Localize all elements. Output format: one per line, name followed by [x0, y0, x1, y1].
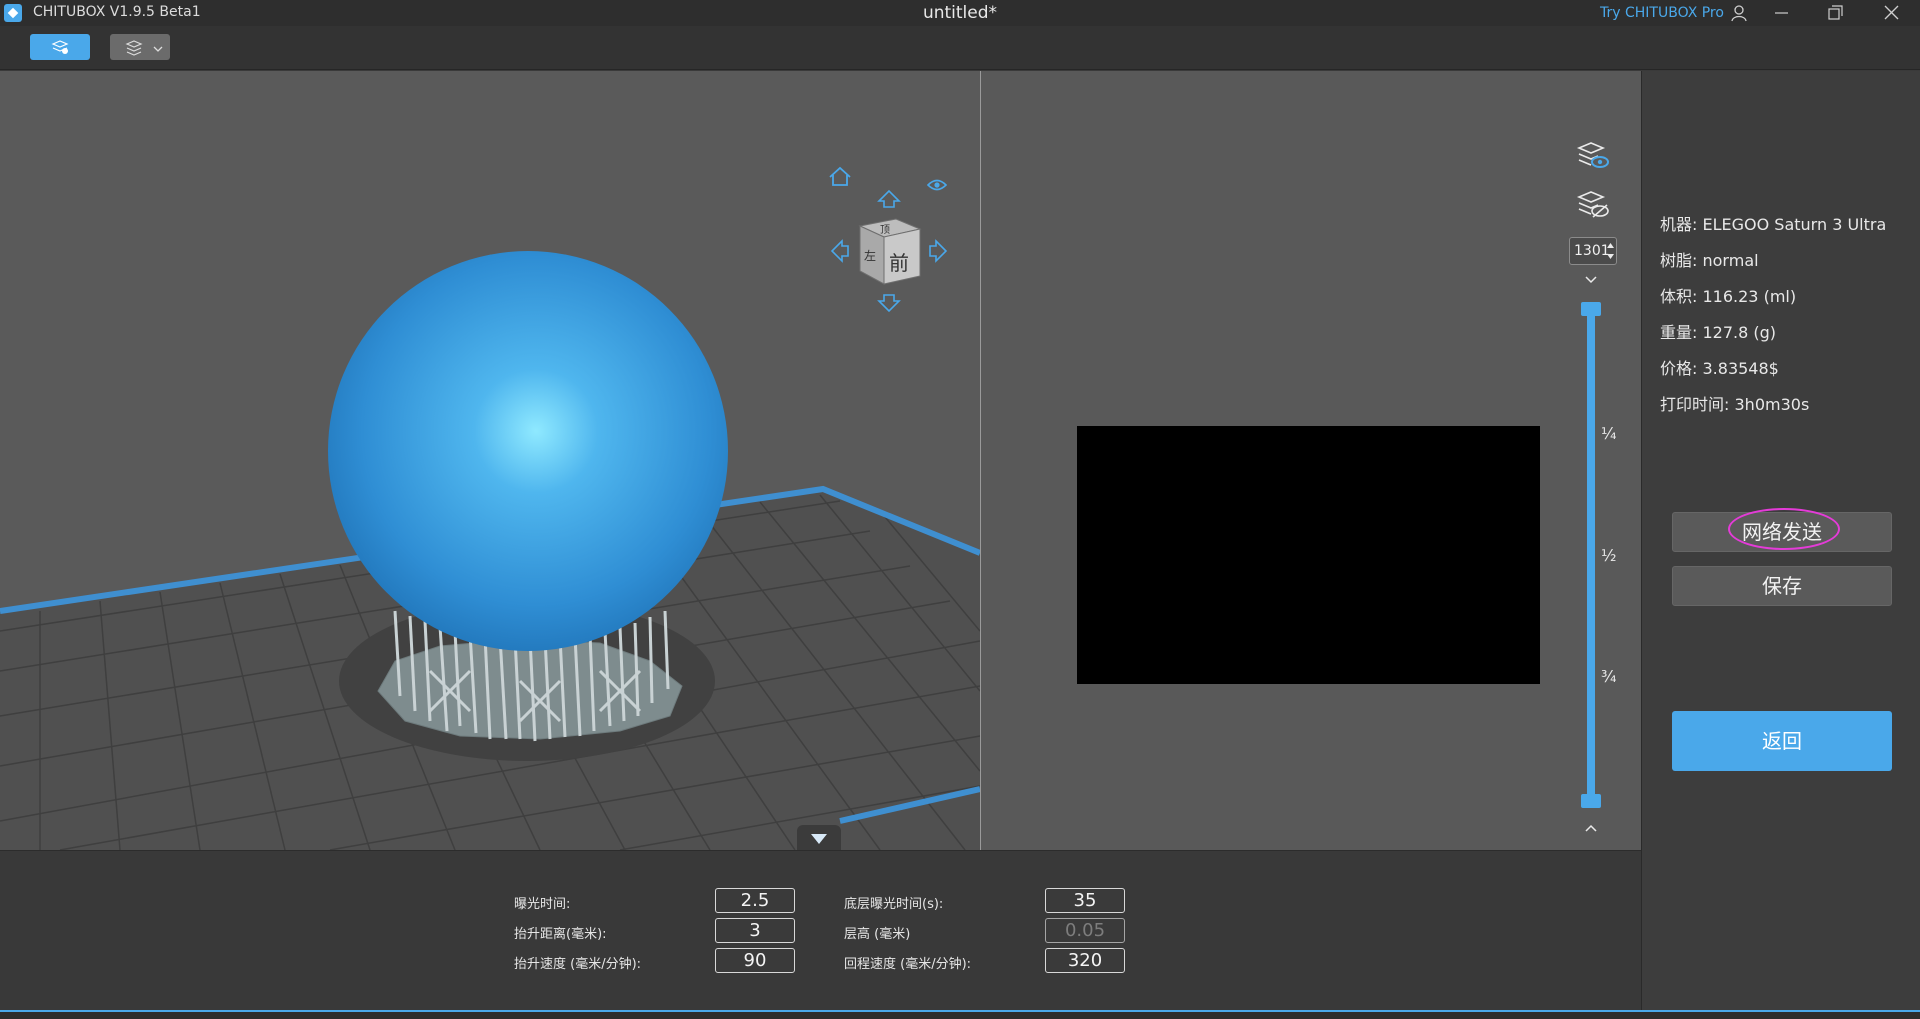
restore-button[interactable] [1812, 0, 1858, 26]
user-icon[interactable] [1730, 4, 1748, 22]
network-send-label: 网络发送 [1742, 520, 1822, 544]
app-name: CHITUBOX V1.9.5 Beta1 [33, 4, 201, 20]
resin-label: 树脂: [1660, 251, 1698, 270]
3d-viewport[interactable]: 顶 左 前 [0, 71, 980, 850]
price-info: 价格: 3.83548$ [1660, 355, 1779, 379]
view-cube-front-face: 前 [889, 251, 909, 275]
exposure-time-field[interactable]: 2.5 [715, 888, 795, 913]
slider-tick-half: ½ [1601, 546, 1617, 565]
layers-settings-icon [51, 40, 69, 54]
try-pro-link[interactable]: Try CHITUBOX Pro [1600, 5, 1724, 21]
lift-speed-label: 抬升速度 (毫米/分钟): [514, 957, 642, 972]
slice-mode-dropdown[interactable] [110, 34, 170, 60]
rotate-left-icon[interactable] [830, 239, 849, 263]
machine-info: 机器: ELEGOO Saturn 3 Ultra [1660, 211, 1886, 235]
price-label: 价格: [1660, 359, 1698, 378]
layer-up-icon[interactable] [1584, 823, 1598, 833]
volume-label: 体积: [1660, 287, 1698, 306]
build-plate-scene [0, 166, 980, 850]
print-time-value: 3h0m30s [1734, 395, 1810, 414]
slider-tick-quarter: ¼ [1601, 424, 1617, 443]
lift-distance-field[interactable]: 3 [715, 918, 795, 943]
lift-speed-field[interactable]: 90 [715, 948, 795, 973]
eye-icon[interactable] [926, 179, 948, 191]
retract-speed-field[interactable]: 320 [1045, 948, 1125, 973]
rotate-right-icon[interactable] [929, 239, 948, 263]
weight-label: 重量: [1660, 323, 1698, 342]
price-value: 3.83548$ [1702, 359, 1779, 378]
toolbar [0, 26, 1920, 70]
layer-height-field: 0.05 [1045, 918, 1125, 943]
view-navigation [829, 166, 948, 313]
rotate-up-icon[interactable] [877, 189, 901, 208]
lift-distance-label: 抬升距离(毫米): [514, 927, 607, 942]
minimize-icon [1775, 12, 1788, 14]
prepare-mode-button[interactable] [30, 34, 90, 60]
layer-number-spinbox[interactable]: 1301 [1569, 237, 1617, 265]
hide-layers-icon[interactable] [1576, 187, 1610, 221]
machine-value: ELEGOO Saturn 3 Ultra [1702, 215, 1887, 234]
weight-value: 127.8 (g) [1702, 323, 1777, 342]
slider-tick-three-quarters: ¾ [1601, 667, 1617, 686]
print-time-info: 打印时间: 3h0m30s [1660, 391, 1809, 415]
layer-number-value: 1301 [1574, 243, 1610, 259]
back-label: 返回 [1762, 729, 1802, 753]
layer-down-icon[interactable] [1584, 275, 1598, 285]
close-icon [1884, 5, 1899, 20]
layer-slider-bottom-handle[interactable] [1581, 794, 1601, 808]
triangle-down-icon [811, 834, 827, 844]
collapse-params-tab[interactable] [797, 825, 841, 851]
network-send-button[interactable]: 网络发送 [1672, 508, 1892, 552]
close-button[interactable] [1868, 0, 1914, 26]
print-params-panel: 曝光时间: 2.5 抬升距离(毫米): 3 抬升速度 (毫米/分钟): 90 底… [0, 850, 1641, 1010]
chitubox-logo-icon [4, 4, 22, 22]
exposure-time-label: 曝光时间: [514, 897, 571, 912]
print-time-label: 打印时间: [1660, 395, 1730, 414]
slice-preview-panel [981, 71, 1641, 850]
layers-icon [125, 40, 143, 56]
chevron-down-icon [153, 46, 163, 52]
volume-info: 体积: 116.23 (ml) [1660, 283, 1796, 307]
resin-value: normal [1702, 251, 1759, 270]
layer-height-label: 层高 (毫米) [844, 927, 911, 942]
title-bar: CHITUBOX V1.9.5 Beta1 untitled* Try CHIT… [0, 0, 1920, 26]
layer-slider-track[interactable] [1587, 305, 1595, 802]
save-button[interactable]: 保存 [1672, 566, 1892, 606]
minimize-button[interactable] [1758, 0, 1804, 26]
resin-info: 树脂: normal [1660, 247, 1759, 271]
show-layers-icon[interactable] [1576, 138, 1610, 172]
bottom-exposure-field[interactable]: 35 [1045, 888, 1125, 913]
layer-slider-top-handle[interactable] [1581, 302, 1601, 316]
slice-layer-image [1077, 426, 1540, 684]
view-cube-left-face: 左 [864, 249, 877, 263]
back-button[interactable]: 返回 [1672, 711, 1892, 771]
home-view-icon[interactable] [829, 166, 851, 186]
spin-arrows-icon[interactable] [1606, 241, 1615, 261]
weight-info: 重量: 127.8 (g) [1660, 319, 1776, 343]
volume-value: 116.23 (ml) [1702, 287, 1797, 306]
rotate-down-icon[interactable] [877, 294, 901, 313]
view-cube-top-face: 顶 [880, 225, 890, 236]
bottom-exposure-label: 底层曝光时间(s): [844, 897, 944, 912]
restore-icon [1828, 5, 1843, 20]
machine-label: 机器: [1660, 215, 1698, 234]
sphere-model[interactable] [328, 251, 728, 651]
save-label: 保存 [1762, 574, 1802, 598]
bottom-bar [0, 1012, 1920, 1019]
retract-speed-label: 回程速度 (毫米/分钟): [844, 957, 972, 972]
print-info-panel: 机器: ELEGOO Saturn 3 Ultra 树脂: normal 体积:… [1641, 71, 1920, 1010]
